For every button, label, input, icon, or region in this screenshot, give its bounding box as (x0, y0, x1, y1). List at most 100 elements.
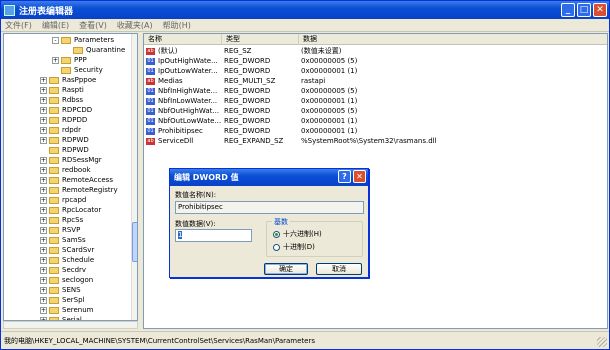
registry-tree[interactable]: - Parameters Quarantine + PPP Security + RasPpp… (3, 33, 138, 321)
expand-toggle-icon[interactable]: + (40, 286, 47, 294)
menu-help[interactable]: 帮助(H) (163, 20, 191, 31)
tree-item[interactable]: Security (52, 65, 103, 75)
expand-toggle-icon[interactable]: + (40, 276, 47, 284)
tree-item[interactable]: RDPWD (40, 145, 89, 155)
tree-item[interactable]: + Raspti (40, 85, 84, 95)
folder-icon (49, 166, 59, 174)
tree-item[interactable]: Quarantine (64, 45, 125, 55)
folder-icon (49, 206, 59, 214)
tree-item[interactable]: + rpcapd (40, 195, 86, 205)
expand-toggle-icon[interactable]: + (40, 86, 47, 94)
expand-toggle-icon[interactable]: + (40, 306, 47, 314)
ok-button[interactable]: 确定 (264, 263, 308, 275)
column-header-type[interactable]: 类型 (222, 34, 299, 45)
tree-vertical-scrollbar[interactable] (131, 34, 137, 320)
tree-item-label: rdpdr (62, 126, 81, 134)
tree-item[interactable]: + RpcLocator (40, 205, 101, 215)
tree-item[interactable]: + seclogon (40, 275, 93, 285)
menu-favorites[interactable]: 收藏夹(A) (117, 20, 153, 31)
expand-toggle-icon[interactable]: + (40, 156, 47, 164)
expand-toggle-icon[interactable]: + (40, 166, 47, 174)
tree-item[interactable]: + RDPWD (40, 135, 89, 145)
cancel-button[interactable]: 取消 (316, 263, 362, 275)
list-row[interactable]: ab (默认) REG_SZ (数值未设置) (144, 46, 607, 56)
dialog-help-button[interactable]: ? (338, 170, 351, 183)
list-row[interactable]: 01 IpOutHighWate... REG_DWORD 0x00000005 (5… (144, 56, 607, 66)
expand-toggle-icon[interactable]: + (40, 126, 47, 134)
expand-toggle-icon[interactable]: - (52, 36, 59, 44)
folder-icon (49, 176, 59, 184)
maximize-button[interactable]: □ (577, 3, 591, 17)
expand-toggle-icon[interactable]: + (40, 106, 47, 114)
expand-toggle-icon[interactable]: + (40, 256, 47, 264)
expand-toggle-icon[interactable]: + (40, 266, 47, 274)
list-row[interactable]: ab Medias REG_MULTI_SZ rastapi (144, 76, 607, 86)
radio-hex-dot[interactable] (273, 230, 280, 238)
expand-toggle-icon[interactable]: + (40, 96, 47, 104)
expand-toggle-icon[interactable]: + (40, 216, 47, 224)
dialog-title-bar[interactable]: 编辑 DWORD 值 ? ✕ (170, 169, 368, 186)
tree-item[interactable]: + RemoteAccess (40, 175, 113, 185)
expand-toggle-icon[interactable]: + (40, 206, 47, 214)
tree-item[interactable]: + Rdbss (40, 95, 83, 105)
expand-toggle-icon[interactable]: + (40, 176, 47, 184)
tree-item[interactable]: + Secdrv (40, 265, 86, 275)
tree-item[interactable]: + SamSs (40, 235, 86, 245)
menu-edit[interactable]: 编辑(E) (42, 20, 69, 31)
tree-item[interactable]: + RDSessMgr (40, 155, 102, 165)
tree-item[interactable]: + RpcSs (40, 215, 83, 225)
tree-item[interactable]: + SCardSvr (40, 245, 94, 255)
value-data-cell: 0x00000001 (1) (301, 97, 358, 105)
column-header-name[interactable]: 名称 (144, 34, 222, 45)
radio-hex[interactable]: 十六进制(H) (273, 229, 322, 239)
value-name-field[interactable]: Prohibitipsec (175, 201, 364, 214)
window-title: 注册表编辑器 (19, 6, 74, 17)
tree-item[interactable]: - Parameters (52, 35, 114, 45)
minimize-button[interactable]: _ (561, 3, 575, 17)
expand-toggle-icon[interactable]: + (40, 76, 47, 84)
resize-grip[interactable] (597, 337, 607, 347)
column-header-data[interactable]: 数据 (299, 34, 607, 45)
expand-toggle-icon[interactable]: + (40, 186, 47, 194)
tree-item[interactable]: + Schedule (40, 255, 94, 265)
radio-decimal-dot[interactable] (273, 243, 280, 251)
tree-item[interactable]: + RDPDD (40, 115, 87, 125)
list-row[interactable]: ab ServiceDll REG_EXPAND_SZ %SystemRoot%\Sy… (144, 136, 607, 146)
tree-item[interactable]: + redbook (40, 165, 91, 175)
expand-toggle-icon[interactable]: + (40, 226, 47, 234)
tree-scroll-thumb[interactable] (132, 222, 137, 262)
folder-icon (49, 276, 59, 284)
list-row[interactable]: 01 NbfInLowWater... REG_DWORD 0x00000001 (1… (144, 96, 607, 106)
menu-view[interactable]: 查看(V) (79, 20, 107, 31)
tree-item[interactable]: + SerSpl (40, 295, 84, 305)
dialog-close-button[interactable]: ✕ (353, 170, 366, 183)
close-button[interactable]: ✕ (593, 3, 607, 17)
tree-item[interactable]: + rdpdr (40, 125, 81, 135)
menu-file[interactable]: 文件(F) (5, 20, 32, 31)
tree-item[interactable]: + RSVP (40, 225, 80, 235)
expand-toggle-icon[interactable]: + (40, 246, 47, 254)
expand-toggle-icon[interactable]: + (40, 236, 47, 244)
title-bar[interactable]: 注册表编辑器 _ □ ✕ (1, 1, 609, 19)
list-row[interactable]: 01 NbfOutLowWate... REG_DWORD 0x00000001 (1… (144, 116, 607, 126)
expand-toggle-icon[interactable]: + (40, 196, 47, 204)
tree-item[interactable]: + PPP (52, 55, 87, 65)
list-row[interactable]: 01 Prohibitipsec REG_DWORD 0x00000001 (1) (144, 126, 607, 136)
tree-item[interactable]: + RasPppoe (40, 75, 96, 85)
expand-toggle-icon[interactable]: + (40, 296, 47, 304)
tree-item[interactable]: + RDPCDD (40, 105, 92, 115)
radio-decimal[interactable]: 十进制(D) (273, 242, 315, 252)
list-row[interactable]: 01 NbfInHighWate... REG_DWORD 0x00000005 (5… (144, 86, 607, 96)
list-row[interactable]: 01 IpOutLowWater... REG_DWORD 0x00000001 (1… (144, 66, 607, 76)
tree-item[interactable]: + Serenum (40, 305, 93, 315)
expand-toggle-icon[interactable]: + (40, 116, 47, 124)
tree-item[interactable]: + SENS (40, 285, 81, 295)
value-data-field[interactable]: 1 (175, 229, 252, 242)
folder-icon (61, 66, 71, 74)
expand-toggle-icon[interactable]: + (40, 136, 47, 144)
tree-item[interactable]: + RemoteRegistry (40, 185, 118, 195)
expand-toggle-icon[interactable]: + (52, 56, 59, 64)
value-name-text: NbfInLowWater... (158, 97, 218, 105)
tree-horizontal-scrollbar[interactable] (3, 321, 138, 329)
list-row[interactable]: 01 NbfOutHighWat... REG_DWORD 0x00000005 (5… (144, 106, 607, 116)
